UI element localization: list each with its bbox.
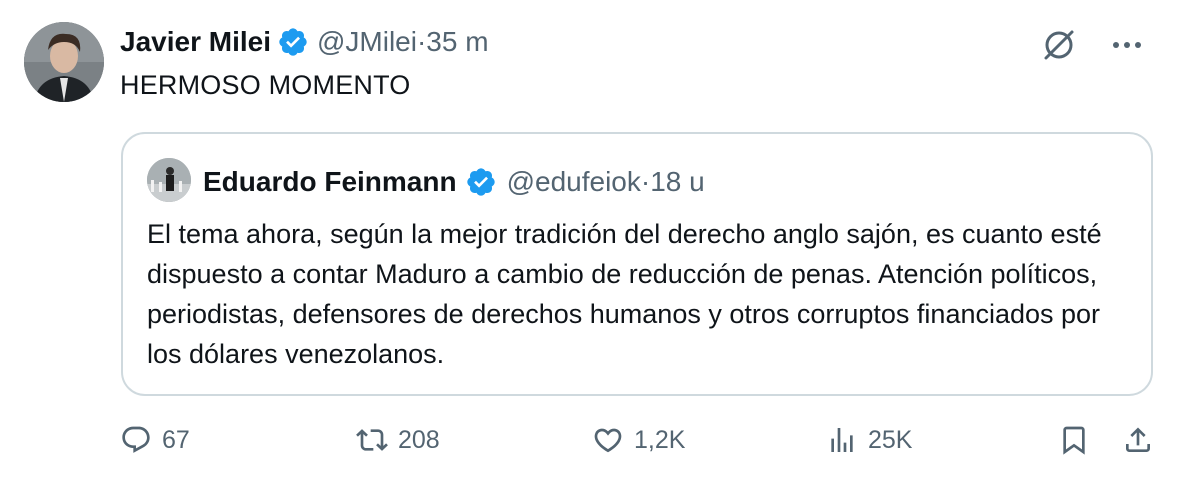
avatar-image <box>24 22 104 102</box>
meta-separator: · <box>416 26 427 57</box>
like-button[interactable]: 1,2K <box>592 424 685 456</box>
views-count: 25K <box>868 425 913 454</box>
quoted-avatar-image <box>147 158 191 202</box>
tweet-time[interactable]: 35 m <box>426 26 488 58</box>
quoted-header: Eduardo Feinmann @edufeiok · 18 u <box>203 164 705 200</box>
share-icon <box>1122 424 1154 456</box>
bookmark-icon <box>1058 424 1090 456</box>
reply-button[interactable]: 67 <box>120 424 190 456</box>
quoted-tweet-time[interactable]: 18 u <box>650 166 705 198</box>
like-count: 1,2K <box>634 425 686 454</box>
author-avatar[interactable] <box>24 22 104 102</box>
verified-badge-icon <box>277 26 309 58</box>
views-button[interactable]: 25K <box>826 424 912 456</box>
action-bar: 67 208 1,2K 25K <box>120 424 1160 464</box>
quoted-author-handle[interactable]: @edufeiok <box>507 166 641 198</box>
bookmark-button[interactable] <box>1058 424 1090 456</box>
quoted-author-name[interactable]: Eduardo Feinmann <box>203 166 457 198</box>
more-icon[interactable] <box>1112 40 1142 50</box>
views-icon <box>826 424 858 456</box>
tweet-text: HERMOSO MOMENTO <box>120 70 411 100</box>
reply-icon <box>120 424 152 456</box>
verified-badge-icon <box>465 166 497 198</box>
repost-count: 208 <box>398 425 440 454</box>
quoted-author-avatar[interactable] <box>147 158 191 202</box>
author-handle[interactable]: @JMilei <box>317 26 417 58</box>
repost-icon <box>356 424 388 456</box>
top-actions <box>1040 26 1142 64</box>
quoted-tweet-text: El tema ahora, según la mejor tradición … <box>147 219 1102 369</box>
tweet-header: Javier Milei @JMilei · 35 m <box>120 24 489 60</box>
heart-icon <box>592 424 624 456</box>
quoted-meta-separator: · <box>640 166 651 197</box>
repost-button[interactable]: 208 <box>356 424 440 456</box>
author-name[interactable]: Javier Milei <box>120 26 271 58</box>
reply-count: 67 <box>162 425 190 454</box>
share-button[interactable] <box>1122 424 1154 456</box>
quoted-tweet[interactable]: Eduardo Feinmann @edufeiok · 18 u El tem… <box>121 132 1153 396</box>
grok-icon[interactable] <box>1040 26 1078 64</box>
